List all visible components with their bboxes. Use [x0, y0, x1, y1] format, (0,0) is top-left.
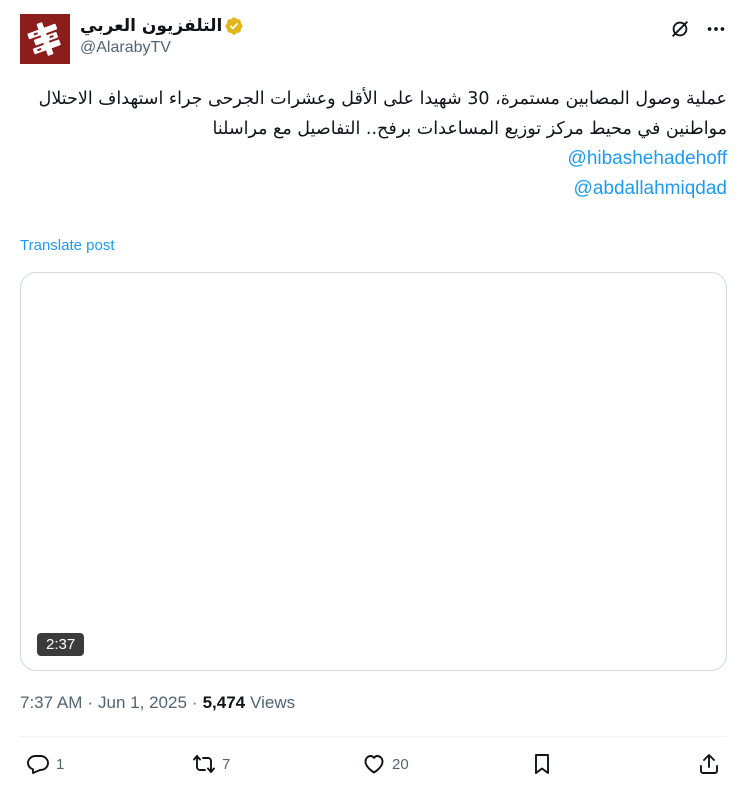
reply-icon: [27, 755, 49, 774]
repost-icon: [193, 755, 215, 773]
author-names: التلفزيون العربي @AlarabyTV: [80, 16, 244, 57]
reply-count: 1: [56, 755, 65, 773]
like-count: 20: [392, 755, 409, 773]
alaraby-logo-icon: [20, 14, 70, 64]
more-icon[interactable]: [705, 18, 727, 40]
tweet-date[interactable]: Jun 1, 2025: [98, 693, 187, 713]
bookmark-icon: [535, 754, 549, 774]
tweet-meta: 7:37 AM · Jun 1, 2025 · 5,474 Views: [20, 693, 295, 713]
mention-link[interactable]: @abdallahmiqdad: [20, 174, 727, 204]
share-button[interactable]: [697, 752, 721, 776]
bookmark-button[interactable]: [530, 752, 554, 776]
mention-link[interactable]: @hibashehadehoff: [20, 144, 727, 174]
video-duration-badge: 2:37: [37, 633, 85, 656]
heart-icon: [364, 755, 384, 774]
repost-count: 7: [222, 755, 231, 773]
tweet-header: التلفزيون العربي @AlarabyTV: [20, 14, 727, 66]
repost-button[interactable]: 7: [192, 752, 230, 776]
meta-separator: ·: [87, 693, 94, 712]
views-count: 5,474: [202, 693, 246, 712]
header-actions: [669, 18, 727, 40]
tweet-text: عملية وصول المصابين مستمرة، 30 شهيدا على…: [20, 84, 727, 204]
grok-icon[interactable]: [669, 18, 691, 40]
author-display-name[interactable]: التلفزيون العربي: [80, 16, 222, 36]
views-label: Views: [250, 693, 296, 712]
like-button[interactable]: 20: [362, 752, 409, 776]
action-bar: 1 7 20: [20, 752, 727, 784]
tweet-time[interactable]: 7:37 AM: [20, 693, 82, 713]
avatar[interactable]: [20, 14, 70, 64]
share-icon: [700, 754, 718, 774]
verified-badge-icon: [225, 17, 243, 35]
author-handle[interactable]: @AlarabyTV: [80, 39, 244, 57]
translate-post-link[interactable]: Translate post: [20, 237, 115, 254]
meta-separator: ·: [191, 693, 198, 712]
reply-button[interactable]: 1: [26, 752, 64, 776]
divider: [20, 736, 727, 737]
video-player[interactable]: 2:37: [20, 272, 727, 671]
tweet-body: عملية وصول المصابين مستمرة، 30 شهيدا على…: [38, 89, 727, 139]
